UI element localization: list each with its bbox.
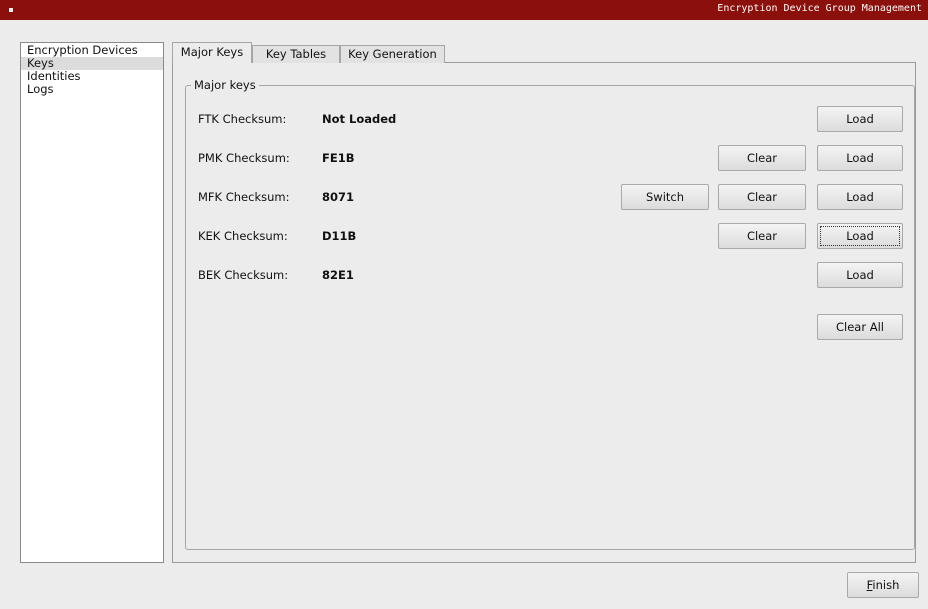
tab-major-keys[interactable]: Major Keys <box>172 42 252 63</box>
pmk-load-button[interactable]: Load <box>817 145 903 171</box>
window-menu-icon[interactable] <box>9 8 13 12</box>
mfk-load-button[interactable]: Load <box>817 184 903 210</box>
clear-all-button[interactable]: Clear All <box>817 314 903 340</box>
group-title: Major keys <box>191 78 259 92</box>
kek-clear-button[interactable]: Clear <box>718 223 806 249</box>
bek-checksum-label: BEK Checksum: <box>198 268 289 282</box>
mfk-checksum-label: MFK Checksum: <box>198 190 290 204</box>
kek-checksum-value: D11B <box>322 229 357 243</box>
finish-button[interactable]: Finish <box>847 572 919 598</box>
bek-load-button[interactable]: Load <box>817 262 903 288</box>
tab-key-tables[interactable]: Key Tables <box>252 45 340 63</box>
kek-load-button[interactable]: Load <box>817 223 903 249</box>
sidebar-item-logs[interactable]: Logs <box>21 83 163 96</box>
title-bar: Encryption Device Group Management <box>0 0 928 20</box>
mfk-clear-button[interactable]: Clear <box>718 184 806 210</box>
sidebar-list[interactable]: Encryption Devices Keys Identities Logs <box>20 42 164 563</box>
tab-key-generation[interactable]: Key Generation <box>340 45 445 63</box>
pmk-checksum-label: PMK Checksum: <box>198 151 290 165</box>
kek-checksum-label: KEK Checksum: <box>198 229 288 243</box>
mfk-switch-button[interactable]: Switch <box>621 184 709 210</box>
window-title: Encryption Device Group Management <box>717 3 922 14</box>
ftk-checksum-label: FTK Checksum: <box>198 112 287 126</box>
bek-checksum-value: 82E1 <box>322 268 354 282</box>
finish-label: inish <box>872 578 900 592</box>
ftk-load-button[interactable]: Load <box>817 106 903 132</box>
mfk-checksum-value: 8071 <box>322 190 355 204</box>
pmk-clear-button[interactable]: Clear <box>718 145 806 171</box>
ftk-checksum-value: Not Loaded <box>322 112 397 126</box>
pmk-checksum-value: FE1B <box>322 151 355 165</box>
